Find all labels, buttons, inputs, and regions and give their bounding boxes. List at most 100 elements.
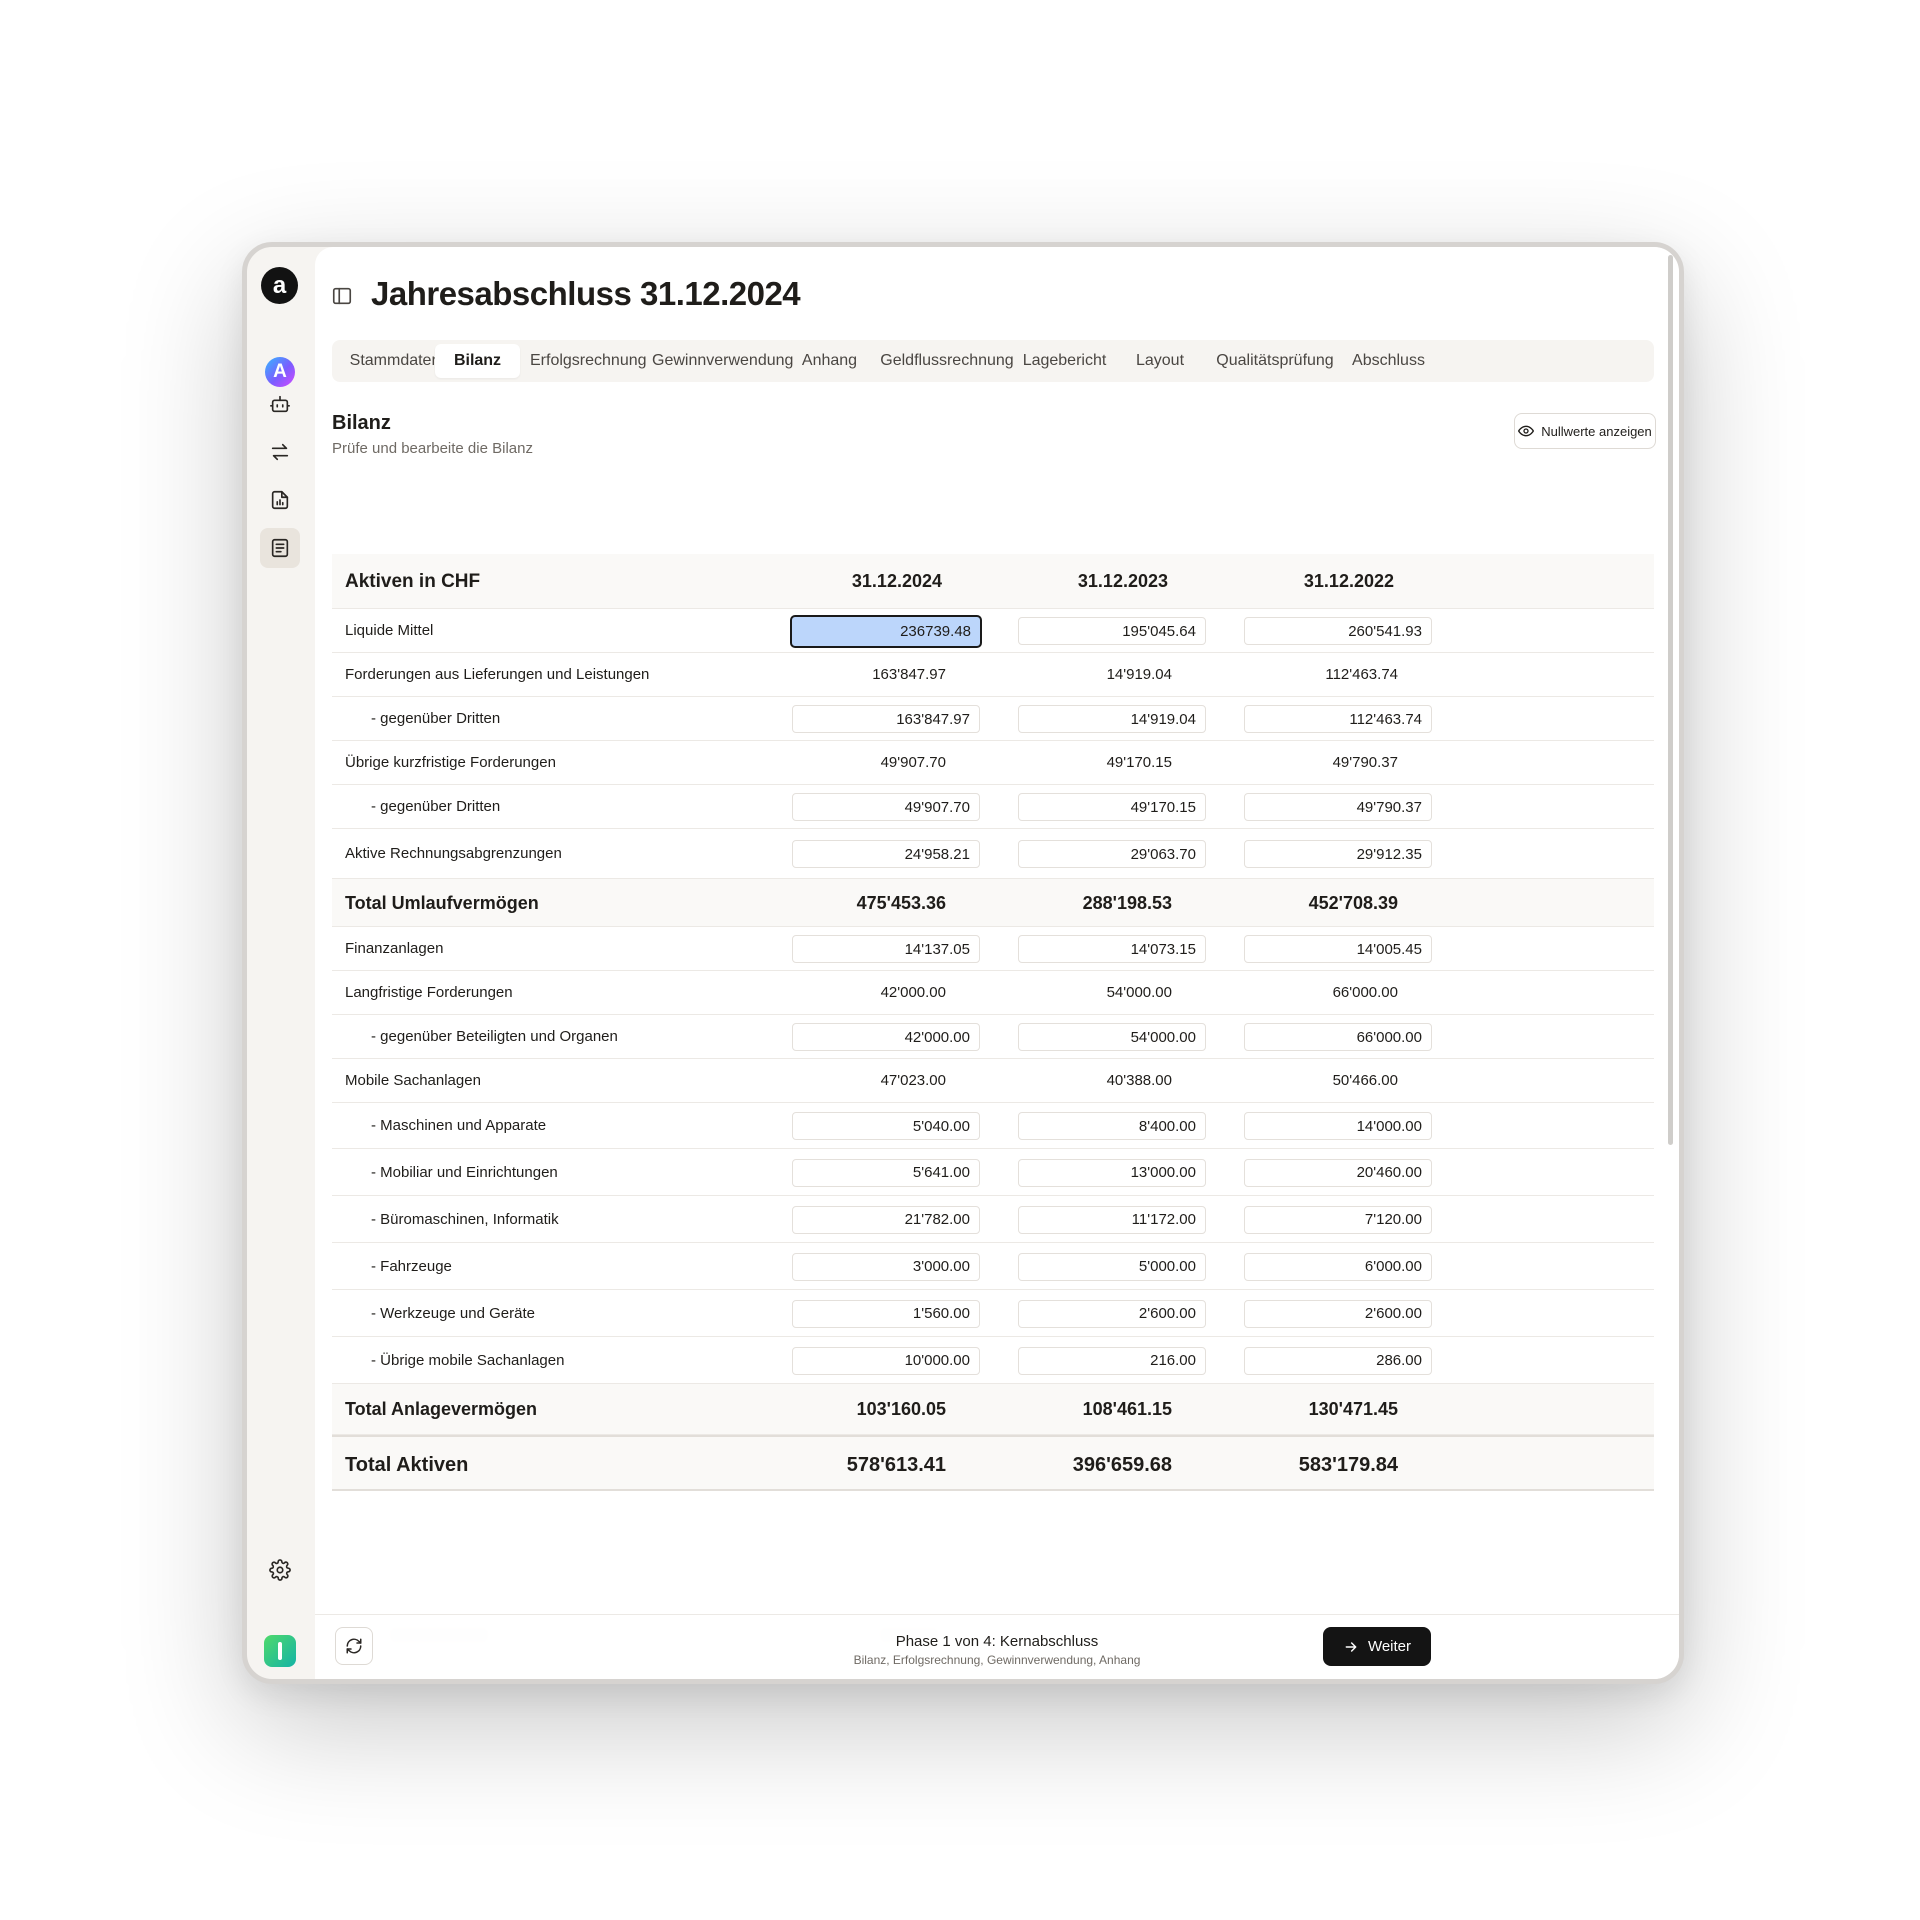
amount-input[interactable] [1244, 840, 1432, 868]
amount-input[interactable] [1018, 1112, 1206, 1140]
amount-input[interactable] [1018, 1158, 1206, 1187]
total-value: 583'179.84 [1298, 1454, 1398, 1476]
amount-input[interactable] [1244, 1112, 1432, 1140]
row-label: - gegenüber Beteiligten und Organen [371, 1028, 618, 1045]
table-row: - Übrige mobile Sachanlagen [332, 1337, 1654, 1384]
gear-icon [269, 1559, 291, 1581]
amount-input[interactable] [1244, 617, 1432, 645]
subtotal-value: 50'466.00 [1332, 1072, 1398, 1089]
amount-input[interactable] [1244, 1158, 1432, 1187]
tab-abschluss[interactable]: Abschluss [1345, 344, 1432, 378]
table-row: - gegenüber Beteiligten und Organen [332, 1015, 1654, 1059]
amount-input[interactable] [1018, 1205, 1206, 1234]
table-row: Forderungen aus Lieferungen und Leistung… [332, 653, 1654, 697]
tab-stammdaten[interactable]: Stammdaten [345, 344, 445, 378]
row-label: Total Umlaufvermögen [345, 893, 539, 913]
row-label: - Werkzeuge und Geräte [371, 1305, 535, 1322]
tab-geldflussrechnung[interactable]: Geldflussrechnung [877, 344, 1017, 378]
amount-input[interactable] [1244, 793, 1432, 821]
amount-input[interactable] [1018, 617, 1206, 645]
app-window: a A Jahresabschluss 31.12.2024 Stammdate… [242, 242, 1684, 1684]
tab-erfolgsrechnung[interactable]: Erfolgsrechnung [530, 344, 647, 378]
amount-input[interactable] [1244, 1023, 1432, 1051]
row-label: Total Anlagevermögen [345, 1399, 538, 1419]
amount-input[interactable] [1018, 793, 1206, 821]
sidebar-item-bot[interactable] [260, 384, 300, 424]
sidebar-item-reports[interactable] [260, 480, 300, 520]
row-label: Übrige kurzfristige Forderungen [345, 754, 556, 771]
column-date: 31.12.2022 [1303, 571, 1394, 591]
table-row: - gegenüber Dritten [332, 697, 1654, 741]
row-label: Total Aktiven [345, 1454, 469, 1476]
tab-anhang[interactable]: Anhang [787, 344, 872, 378]
section-title: Bilanz [332, 412, 391, 434]
row-label: Mobile Sachanlagen [345, 1072, 481, 1089]
amount-input[interactable] [1244, 1346, 1432, 1375]
row-label: - Mobiliar und Einrichtungen [371, 1164, 558, 1181]
amount-input[interactable] [792, 1299, 980, 1328]
scrollbar[interactable] [1668, 255, 1673, 1145]
amount-input[interactable] [1018, 1299, 1206, 1328]
amount-input[interactable] [1244, 1205, 1432, 1234]
row-label: - Fahrzeuge [371, 1258, 452, 1275]
row-label: Forderungen aus Lieferungen und Leistung… [345, 666, 650, 683]
row-label: Aktiven in CHF [345, 571, 481, 592]
table-row: - gegenüber Dritten [332, 785, 1654, 829]
show-zero-values-button[interactable]: Nullwerte anzeigen [1514, 413, 1656, 449]
table-row: - Maschinen und Apparate [332, 1103, 1654, 1149]
tab-qualitätsprüfung[interactable]: Qualitätsprüfung [1210, 344, 1340, 378]
amount-input[interactable] [1018, 1346, 1206, 1375]
row-label: Langfristige Forderungen [345, 984, 513, 1001]
app-logo[interactable]: a [261, 267, 298, 304]
workspace-icon[interactable] [264, 1635, 296, 1667]
amount-input[interactable] [792, 1023, 980, 1051]
amount-input[interactable] [792, 1205, 980, 1234]
amount-input[interactable] [792, 840, 980, 868]
total-value: 130'471.45 [1308, 1399, 1398, 1419]
tab-bilanz[interactable]: Bilanz [435, 344, 520, 378]
footer-bar: Phase 1 von 4: Kernabschluss Bilanz, Erf… [315, 1614, 1679, 1679]
table-row: Finanzanlagen [332, 927, 1654, 971]
table-row: - Büromaschinen, Informatik [332, 1196, 1654, 1243]
amount-input[interactable] [1018, 705, 1206, 733]
tab-layout[interactable]: Layout [1115, 344, 1205, 378]
amount-input[interactable] [792, 1112, 980, 1140]
sidebar-item-transfers[interactable] [260, 432, 300, 472]
section-subtitle: Prüfe und bearbeite die Bilanz [332, 440, 533, 457]
table-row: - Mobiliar und Einrichtungen [332, 1149, 1654, 1196]
assistant-avatar-icon[interactable]: A [265, 357, 295, 387]
show-zero-values-label: Nullwerte anzeigen [1541, 423, 1652, 439]
amount-input[interactable] [792, 705, 980, 733]
amount-input[interactable] [792, 1252, 980, 1281]
chart-document-icon [271, 490, 289, 510]
tab-gewinnverwendung[interactable]: Gewinnverwendung [652, 344, 793, 378]
row-label: - gegenüber Dritten [371, 710, 501, 727]
amount-input[interactable] [1018, 1023, 1206, 1051]
amount-input[interactable] [1018, 935, 1206, 963]
phase-steps: Bilanz, Erfolgsrechnung, Gewinnverwendun… [853, 1653, 1141, 1667]
tab-lagebericht[interactable]: Lagebericht [1022, 344, 1107, 378]
amount-input[interactable] [790, 614, 982, 648]
row-label: Aktive Rechnungsabgrenzungen [345, 845, 562, 862]
amount-input[interactable] [792, 793, 980, 821]
row-label: - Maschinen und Apparate [371, 1117, 547, 1134]
amount-input[interactable] [1244, 1299, 1432, 1328]
amount-input[interactable] [792, 1346, 980, 1375]
total-row: Total Aktiven 578'613.41 396'659.68 583'179… [332, 1435, 1654, 1491]
amount-input[interactable] [1244, 935, 1432, 963]
table-row: - Werkzeuge und Geräte [332, 1290, 1654, 1337]
amount-input[interactable] [1244, 705, 1432, 733]
sidebar-item-statements[interactable] [260, 528, 300, 568]
robot-icon [270, 395, 290, 413]
sidebar-toggle-icon[interactable] [331, 285, 353, 307]
next-button[interactable]: Weiter [1323, 1627, 1431, 1666]
settings-button[interactable] [260, 1550, 300, 1590]
amount-input[interactable] [1018, 840, 1206, 868]
amount-input[interactable] [792, 935, 980, 963]
amount-input[interactable] [1244, 1252, 1432, 1281]
tab-bar: Stammdaten Bilanz Erfolgsrechnung Gewinnver… [332, 340, 1654, 382]
row-label: Liquide Mittel [345, 622, 434, 639]
row-label: - gegenüber Dritten [371, 798, 501, 815]
amount-input[interactable] [1018, 1252, 1206, 1281]
amount-input[interactable] [792, 1158, 980, 1187]
